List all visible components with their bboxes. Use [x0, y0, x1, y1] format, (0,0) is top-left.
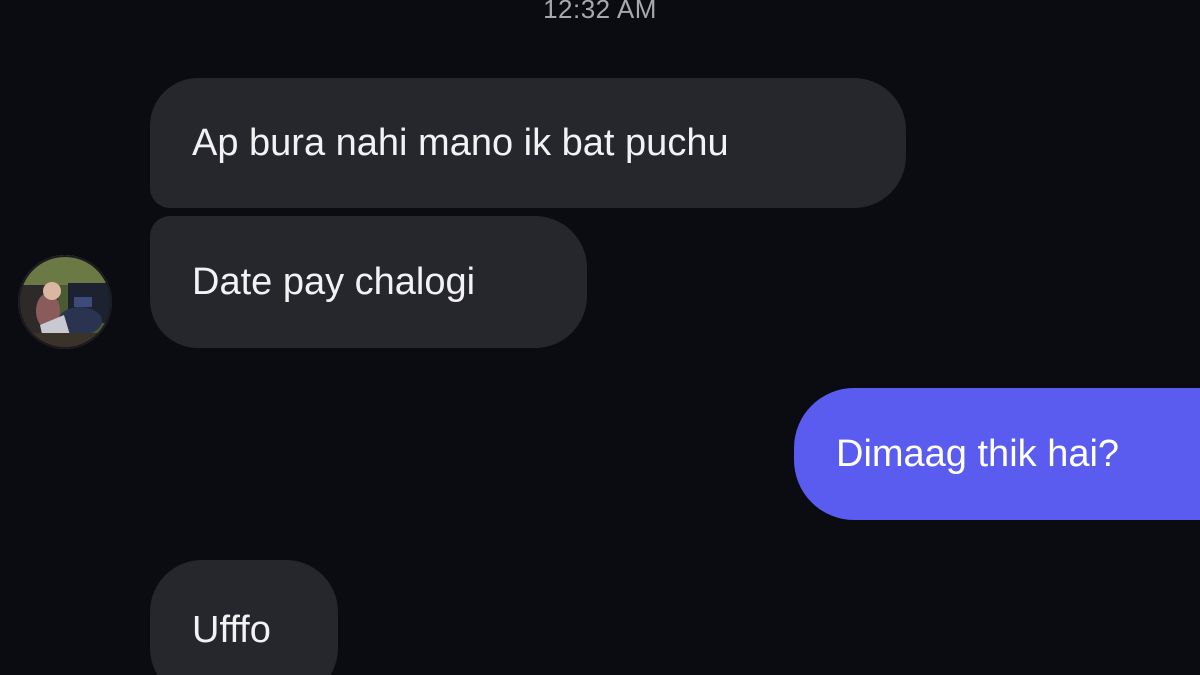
- contact-avatar[interactable]: [18, 255, 112, 349]
- profile-photo-icon: [18, 255, 112, 349]
- message-text: Ufffo: [192, 608, 271, 651]
- message-timestamp: 12:32 AM: [543, 0, 657, 24]
- message-text: Date pay chalogi: [192, 260, 476, 303]
- message-text: Dimaag thik hai?: [836, 432, 1120, 475]
- incoming-message-bubble[interactable]: Ufffo: [150, 560, 338, 675]
- incoming-message-bubble[interactable]: Date pay chalogi: [150, 216, 587, 348]
- chat-screen: 12:32 AM Ap bura nahi mano ik bat puchu …: [0, 0, 1200, 675]
- outgoing-message-bubble[interactable]: Dimaag thik hai?: [794, 388, 1200, 520]
- incoming-message-bubble[interactable]: Ap bura nahi mano ik bat puchu: [150, 78, 906, 208]
- message-text: Ap bura nahi mano ik bat puchu: [192, 121, 729, 164]
